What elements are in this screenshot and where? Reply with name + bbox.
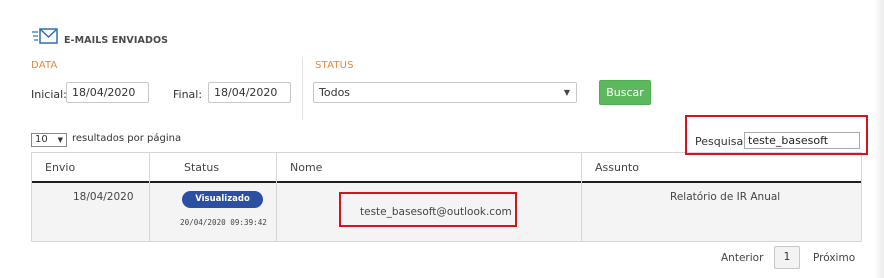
- column-divider: [581, 153, 582, 241]
- status-section-label: STATUS: [315, 60, 354, 71]
- column-divider: [276, 153, 277, 241]
- cell-assunto: Relatório de IR Anual: [670, 191, 781, 203]
- status-badge: Visualizado: [182, 191, 263, 208]
- column-header-assunto[interactable]: Assunto: [595, 161, 639, 174]
- chevron-down-icon: ▼: [57, 136, 63, 144]
- page-title: E-MAILS ENVIADOS: [64, 34, 169, 46]
- search-label: Pesquisar: [695, 135, 748, 148]
- filter-divider: [302, 58, 303, 120]
- pagination-page-1[interactable]: 1: [774, 246, 800, 269]
- inicial-label: Inicial:: [31, 88, 67, 101]
- pagination-next[interactable]: Próximo: [813, 252, 855, 264]
- final-label: Final:: [173, 88, 203, 101]
- column-header-status[interactable]: Status: [184, 161, 219, 174]
- chevron-down-icon: ▼: [563, 88, 570, 97]
- table-header: Envio Status Nome Assunto: [32, 153, 861, 183]
- column-header-envio[interactable]: Envio: [45, 161, 75, 174]
- date-start-input[interactable]: [66, 82, 149, 103]
- emails-table: Envio Status Nome Assunto 18/04/2020 Vis…: [31, 152, 862, 242]
- data-section-label: DATA: [31, 60, 58, 71]
- status-select-value: Todos: [319, 86, 351, 99]
- cell-envio: 18/04/2020: [73, 191, 134, 203]
- pagination-previous[interactable]: Anterior: [721, 252, 763, 264]
- column-header-nome[interactable]: Nome: [290, 161, 322, 174]
- column-divider: [149, 153, 150, 241]
- cell-nome: teste_basesoft@outlook.com: [360, 206, 512, 218]
- page-size-select[interactable]: 10 ▼: [31, 133, 67, 147]
- mail-sent-icon: [32, 28, 58, 46]
- date-end-input[interactable]: [208, 82, 291, 103]
- search-button[interactable]: Buscar: [599, 80, 651, 105]
- page-header: E-MAILS ENVIADOS: [32, 28, 168, 46]
- edge-fade: [874, 0, 884, 278]
- search-input[interactable]: [744, 132, 860, 149]
- status-select[interactable]: Todos ▼: [313, 82, 577, 103]
- status-timestamp: 20/04/2020 09:39:42: [180, 218, 267, 227]
- page-size-label: resultados por página: [72, 133, 182, 144]
- page-size-value: 10: [35, 134, 48, 145]
